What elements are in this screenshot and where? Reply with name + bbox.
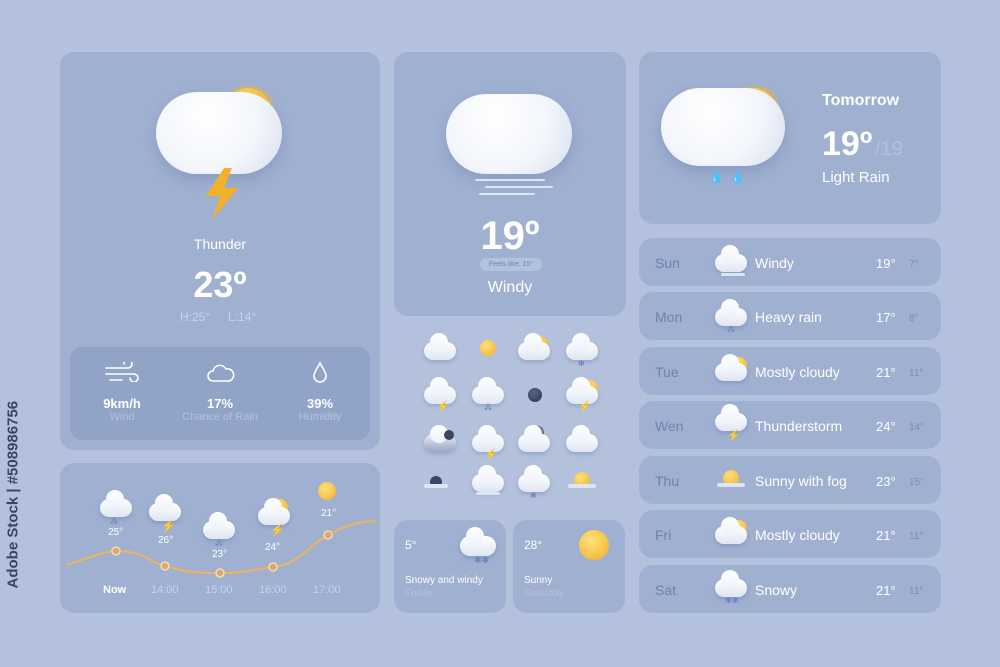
forecast-low: 11° — [909, 531, 924, 542]
forecast-high: 21° — [876, 583, 896, 598]
current-temp: 23º — [193, 264, 247, 305]
forecast-row[interactable]: Mon ⁂ Heavy rain 17° 8° — [639, 292, 941, 340]
forecast-day: Thu — [655, 473, 680, 489]
humidity-label: Humidity — [298, 411, 342, 423]
forecast-desc: Snowy — [755, 582, 798, 598]
forecast-day: Sun — [655, 255, 680, 271]
forecast-high: 19° — [876, 256, 896, 271]
mini-temp: 5° — [405, 538, 417, 552]
mini-day: Friday — [405, 588, 433, 599]
mini-temp: 28° — [524, 538, 543, 552]
weather-icon-grid: ✻ ⚡ ⁂ ⚡ ⚡ ✻ — [420, 333, 610, 500]
forecast-row[interactable]: Fri Mostly cloudy 21° 11° — [639, 510, 941, 558]
mini-day: Saturday — [524, 588, 565, 599]
forecast-low: 11° — [909, 368, 924, 379]
cloud-icon — [206, 363, 236, 388]
forecast-row[interactable]: Thu Sunny with fog 23° 15° — [639, 456, 941, 504]
current-high: H:25° — [180, 310, 211, 324]
forecast-row[interactable]: Sat ✻✻ Snowy 21° 11° — [639, 565, 941, 613]
forecast-high: 21° — [876, 365, 896, 380]
current-condition: Thunder — [193, 236, 247, 252]
forecast-row[interactable]: Wen ⚡ Thunderstorm 24° 14° — [639, 401, 941, 449]
tomorrow-low: /19 — [875, 138, 903, 160]
forecast-low: 15° — [909, 477, 925, 488]
windy-cloud-icon — [446, 86, 576, 196]
hourly-time-now: Now — [103, 584, 127, 596]
mini-condition: Snowy and windy — [405, 575, 483, 586]
forecast-day: Mon — [655, 309, 683, 325]
current-low: L:14° — [228, 310, 257, 324]
wind-icon — [104, 359, 140, 387]
forecast-desc: Windy — [755, 255, 794, 271]
weather-dashboard: { "watermark": { "vertical_text": "Adobe… — [0, 0, 1000, 667]
forecast-day: Tue — [655, 364, 679, 380]
forecast-row[interactable]: Sun Windy 19° 7° — [639, 238, 941, 286]
hourly-forecast-card: ⁂ ⚡ ⁂ ⚡ 25° 26° 23° 24° 21° Now 14:00 15… — [60, 463, 380, 613]
rain-chance-label: Chance of Rain — [182, 411, 258, 423]
hourly-temp: 23° — [212, 549, 228, 560]
hourly-time: 17:00 — [313, 584, 341, 596]
forecast-high: 24° — [876, 419, 896, 434]
tomorrow-card: 💧💧 Tomorrow 19º /19 Light Rain — [639, 52, 941, 224]
hourly-point-1600 — [268, 562, 278, 572]
forecast-day: Wen — [655, 418, 684, 434]
forecast-row[interactable]: Tue Mostly cloudy 21° 11° — [639, 347, 941, 395]
hourly-time: 16:00 — [259, 584, 287, 596]
watermark-vertical-text: Adobe Stock | #508986756 — [4, 400, 22, 589]
moon-fog-icon[interactable] — [424, 476, 448, 488]
mini-card-saturday[interactable]: 28° Sunny Saturday — [513, 520, 625, 613]
tomorrow-condition: Light Rain — [822, 169, 890, 186]
hourly-point-1700 — [323, 530, 333, 540]
forecast-low: 14° — [909, 422, 925, 433]
droplet-icon — [312, 361, 328, 388]
forecast-high: 23° — [876, 474, 896, 489]
forecast-desc: Mostly cloudy — [755, 527, 840, 543]
forecast-low: 8° — [909, 313, 919, 324]
rain-sun-cloud-icon: 💧💧 — [661, 82, 791, 192]
tomorrow-temp: 19º — [822, 125, 873, 163]
hourly-temp: 25° — [108, 527, 124, 538]
forecast-desc: Sunny with fog — [755, 473, 847, 489]
mini-card-friday[interactable]: 5° ✻✻ Snowy and windy Friday — [394, 520, 506, 613]
forecast-low: 11° — [909, 586, 924, 597]
windy-condition: Windy — [487, 279, 533, 296]
wind-value: 9km/h — [103, 396, 141, 411]
windy-temp: 19º — [480, 214, 540, 258]
forecast-high: 17° — [876, 310, 896, 325]
forecast-desc: Thunderstorm — [755, 418, 843, 434]
humidity-value: 39% — [306, 396, 334, 411]
mini-condition: Sunny — [524, 575, 553, 586]
current-stats-panel: 9km/h Wind 17% Chance of Rain 39% Humidi… — [70, 347, 370, 440]
forecast-high: 21° — [876, 528, 896, 543]
thunder-cloud-sun-icon — [156, 82, 286, 222]
feels-like-badge: Feels like: 15° — [480, 258, 542, 271]
moon-icon[interactable] — [528, 388, 542, 402]
current-weather-card: Thunder 23º H:25° L:14° 9km/h Wind 17% C… — [60, 52, 380, 450]
tomorrow-title: Tomorrow — [822, 92, 900, 109]
windy-card: 19º Feels like: 15° Windy — [394, 52, 626, 316]
rain-chance-value: 17% — [206, 396, 234, 411]
hourly-temp: 26° — [158, 535, 174, 546]
hourly-point-1400 — [160, 561, 170, 571]
wind-label: Wind — [109, 411, 135, 423]
hourly-point-now — [111, 546, 121, 556]
forecast-desc: Mostly cloudy — [755, 364, 840, 380]
hourly-time: 14:00 — [151, 584, 179, 596]
forecast-low: 7° — [909, 259, 919, 270]
hourly-temp: 24° — [265, 542, 281, 553]
forecast-day: Sat — [655, 582, 677, 598]
forecast-day: Fri — [655, 527, 672, 543]
hourly-temp: 21° — [321, 508, 337, 519]
forecast-desc: Heavy rain — [755, 309, 822, 325]
hourly-time: 15:00 — [205, 584, 233, 596]
hourly-point-1500 — [215, 568, 225, 578]
